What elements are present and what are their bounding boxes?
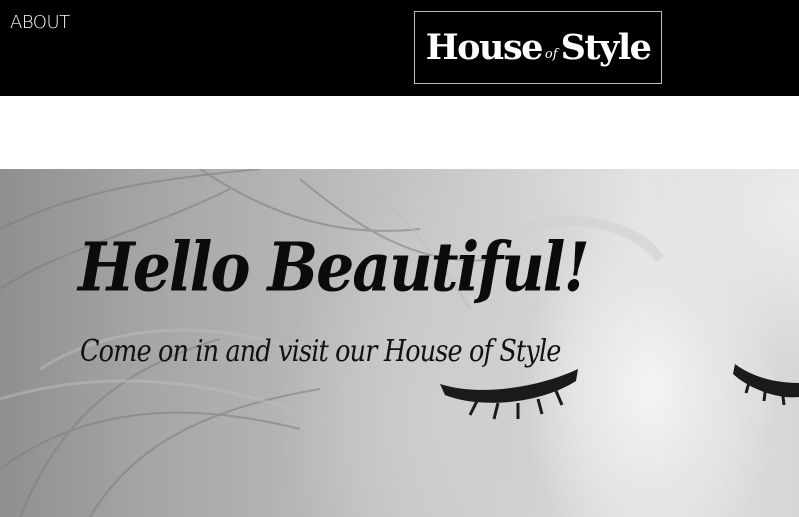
nav-link-about[interactable]: ABOUT	[10, 12, 70, 33]
site-header: ABOUT House of Style	[0, 0, 799, 96]
site-logo[interactable]: House of Style	[414, 11, 662, 84]
hero-banner: Hello Beautiful! Come on in and visit ou…	[0, 169, 799, 517]
right-eye-lashes	[733, 364, 799, 406]
left-eye-lashes	[440, 369, 578, 420]
logo-word-style: Style	[560, 27, 652, 68]
logo-word-of: of	[544, 47, 558, 62]
header-spacer	[0, 96, 799, 169]
logo-word-house: House	[425, 27, 544, 68]
hero-subtitle: Come on in and visit our House of Style	[80, 334, 561, 369]
hero-title: Hello Beautiful!	[78, 229, 590, 308]
